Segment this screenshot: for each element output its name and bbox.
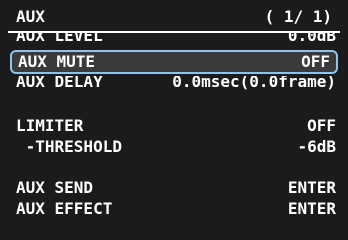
menu-item-value: ENTER — [287, 199, 336, 218]
menu-item-aux-mute[interactable]: AUX MUTE OFF — [10, 50, 338, 74]
menu-item-limiter[interactable]: LIMITER OFF — [16, 116, 336, 136]
menu-item-value: 0.0dB — [287, 32, 336, 45]
menu-item-value: OFF — [307, 116, 336, 135]
menu-item-value: -6dB — [297, 137, 336, 156]
menu-item-label: -THRESHOLD — [16, 137, 122, 156]
menu-item-label: AUX LEVEL — [16, 32, 103, 45]
page-indicator: ( 1/ 1) — [264, 7, 332, 26]
menu-item-aux-send[interactable]: AUX SEND ENTER — [16, 178, 336, 198]
menu-item-threshold[interactable]: -THRESHOLD -6dB — [16, 137, 336, 157]
menu-item-label: AUX SEND — [16, 178, 94, 197]
menu-item-aux-delay[interactable]: AUX DELAY 0.0msec(0.0frame) — [16, 76, 336, 92]
menu-header: AUX ( 1/ 1) — [8, 4, 340, 30]
menu-item-value: ENTER — [287, 178, 336, 197]
menu-item-label: LIMITER — [16, 116, 84, 135]
menu-item-label: AUX EFFECT — [16, 199, 113, 218]
menu-item-label: AUX DELAY — [16, 76, 103, 91]
menu-item-label: AUX MUTE — [18, 52, 96, 71]
menu-item-aux-effect[interactable]: AUX EFFECT ENTER — [16, 199, 336, 219]
menu-item-aux-level[interactable]: AUX LEVEL 0.0dB — [16, 32, 336, 46]
menu-screen: AUX ( 1/ 1) AUX LEVEL 0.0dB AUX MUTE OFF… — [0, 0, 348, 240]
menu-item-value: OFF — [301, 52, 330, 71]
menu-title: AUX — [16, 7, 45, 26]
menu-item-value: 0.0msec(0.0frame) — [172, 76, 336, 91]
